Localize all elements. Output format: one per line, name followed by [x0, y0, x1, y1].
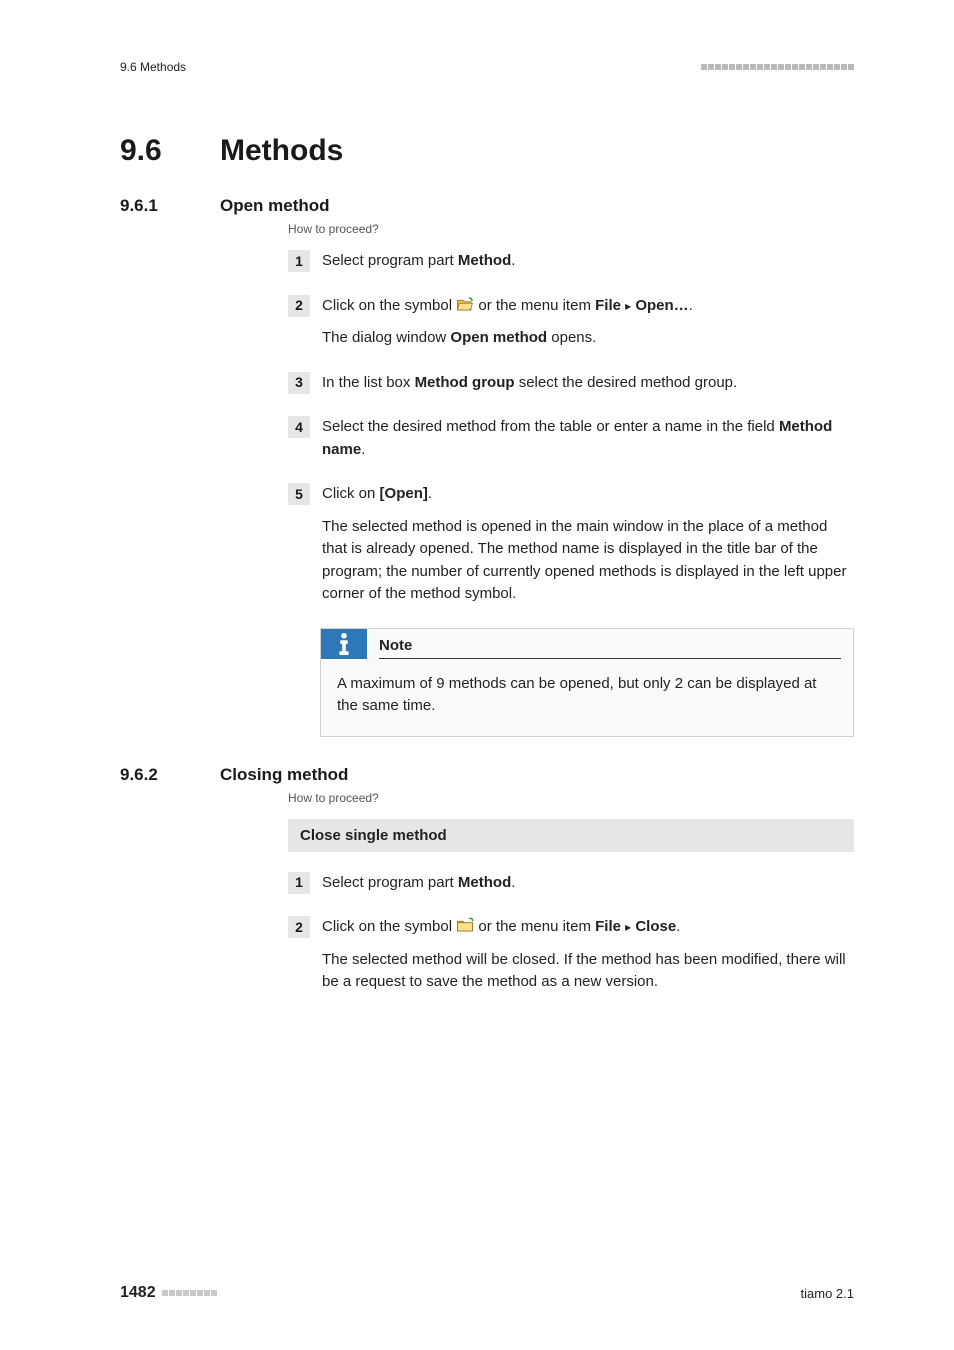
- step-item: 2 Click on the symbol or the menu item F…: [288, 916, 854, 994]
- header-section-ref: 9.6 Methods: [120, 60, 186, 74]
- step-text: The selected method is opened in the mai…: [322, 516, 854, 606]
- step-item: 2 Click on the symbol or the menu item F…: [288, 295, 854, 350]
- step-text: The selected method will be closed. If t…: [322, 949, 854, 994]
- product-name: tiamo 2.1: [801, 1286, 854, 1301]
- heading-title: Open method: [220, 196, 330, 216]
- step-text: Select program part Method.: [322, 872, 854, 895]
- info-icon: [321, 629, 367, 659]
- heading-level-2: 9.6.2 Closing method: [120, 765, 854, 785]
- step-text: The dialog window Open method opens.: [322, 327, 854, 350]
- heading-number: 9.6: [120, 134, 184, 168]
- heading-title: Methods: [220, 134, 343, 168]
- note-body: A maximum of 9 methods can be opened, bu…: [321, 659, 853, 736]
- how-to-proceed-label: How to proceed?: [288, 222, 854, 236]
- step-number: 1: [288, 250, 310, 272]
- how-to-proceed-label: How to proceed?: [288, 791, 854, 805]
- step-item: 4 Select the desired method from the tab…: [288, 416, 854, 461]
- step-text: Click on [Open].: [322, 483, 854, 506]
- step-text: Click on the symbol or the menu item Fil…: [322, 295, 854, 318]
- footer-ornament-icon: [162, 1290, 217, 1296]
- menu-arrow-icon: ▸: [625, 920, 631, 934]
- page-number: 1482: [120, 1284, 156, 1302]
- step-number: 1: [288, 872, 310, 894]
- step-text: In the list box Method group select the …: [322, 372, 854, 395]
- open-folder-icon: [456, 296, 474, 312]
- step-number: 2: [288, 916, 310, 938]
- sub-heading-bar: Close single method: [288, 819, 854, 852]
- step-item: 1 Select program part Method.: [288, 250, 854, 273]
- heading-number: 9.6.1: [120, 196, 184, 216]
- step-number: 4: [288, 416, 310, 438]
- step-text: Select the desired method from the table…: [322, 416, 854, 461]
- step-number: 2: [288, 295, 310, 317]
- running-header: 9.6 Methods: [120, 60, 854, 74]
- step-item: 3 In the list box Method group select th…: [288, 372, 854, 395]
- heading-level-1: 9.6 Methods: [120, 134, 854, 168]
- note-callout: Note A maximum of 9 methods can be opene…: [320, 628, 854, 737]
- step-text: Select program part Method.: [322, 250, 854, 273]
- step-item: 1 Select program part Method.: [288, 872, 854, 895]
- heading-level-2: 9.6.1 Open method: [120, 196, 854, 216]
- step-number: 5: [288, 483, 310, 505]
- menu-arrow-icon: ▸: [625, 299, 631, 313]
- heading-title: Closing method: [220, 765, 348, 785]
- step-number: 3: [288, 372, 310, 394]
- header-ornament-icon: [701, 64, 854, 70]
- step-item: 5 Click on [Open]. The selected method i…: [288, 483, 854, 606]
- step-text: Click on the symbol or the menu item Fil…: [322, 916, 854, 939]
- note-title: Note: [379, 637, 841, 659]
- heading-number: 9.6.2: [120, 765, 184, 785]
- page-footer: 1482 tiamo 2.1: [120, 1284, 854, 1302]
- close-folder-icon: [456, 917, 474, 933]
